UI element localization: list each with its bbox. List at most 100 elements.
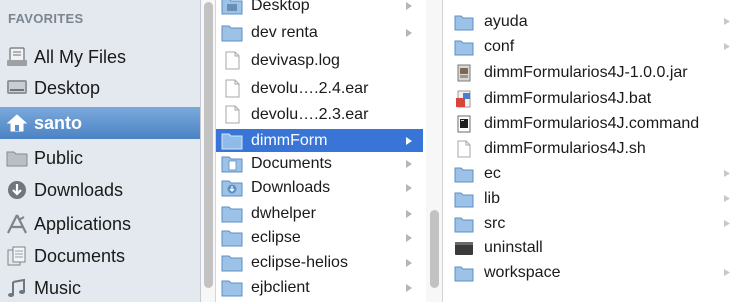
column-divider <box>442 0 443 302</box>
chevron-right-icon <box>406 183 412 192</box>
sidebar-item-label: Public <box>34 147 84 168</box>
command-file-icon <box>457 115 471 132</box>
downloads-icon <box>8 181 26 199</box>
documents-folder-icon <box>221 156 243 173</box>
sidebar-item-label: santo <box>34 112 83 133</box>
list-item-lib[interactable]: lib <box>445 186 738 211</box>
item-label: workspace <box>484 263 561 281</box>
chevron-right-icon <box>406 209 412 218</box>
list-item-eclipse-helios[interactable]: eclipse-helios <box>216 251 423 274</box>
document-icon <box>225 51 240 70</box>
item-label: conf <box>484 37 515 55</box>
folder-icon <box>454 266 474 281</box>
executable-icon <box>455 241 473 255</box>
folder-icon <box>221 133 243 150</box>
sidebar-scroll-thumb[interactable] <box>204 2 213 288</box>
document-icon <box>457 140 471 157</box>
bat-file-icon <box>456 90 471 107</box>
list-item-devivasp-log[interactable]: devivasp.log <box>216 49 423 72</box>
all-files-icon <box>7 47 27 66</box>
sidebar-item-all-my-files[interactable]: All My Files <box>0 41 200 73</box>
chevron-right-icon <box>406 233 412 242</box>
item-label: devolu….2.4.ear <box>251 79 369 97</box>
folder-icon <box>221 25 243 42</box>
list-item-jar[interactable]: dimmFormularios4J-1.0.0.jar <box>445 60 738 85</box>
list-item-bat[interactable]: dimmFormularios4J.bat <box>445 86 738 111</box>
item-label: dev renta <box>251 23 318 41</box>
list-item-documents[interactable]: Documents <box>216 152 423 175</box>
sidebar-item-label: Desktop <box>34 77 101 98</box>
sidebar-item-downloads[interactable]: Downloads <box>0 174 200 206</box>
sidebar-item-music[interactable]: Music <box>0 272 200 304</box>
folder-icon <box>6 151 28 167</box>
item-label: Documents <box>251 154 332 172</box>
column-2-scrollbar[interactable] <box>426 0 442 302</box>
applications-icon <box>7 214 27 234</box>
folder-icon <box>221 0 243 15</box>
sidebar-item-label: Music <box>34 277 82 298</box>
list-item-ayuda[interactable]: ayuda <box>445 9 738 34</box>
folder-icon <box>454 167 474 182</box>
item-label: dimmFormularios4J-1.0.0.jar <box>484 63 688 81</box>
list-item-desktop[interactable]: Desktop <box>216 0 423 17</box>
item-label: uninstall <box>484 238 543 256</box>
item-label: dwhelper <box>251 204 316 222</box>
folder-icon <box>454 40 474 55</box>
list-item-ec[interactable]: ec <box>445 161 738 186</box>
jar-file-icon <box>457 64 471 81</box>
list-item-dwhelper[interactable]: dwhelper <box>216 202 423 225</box>
list-item-uninstall[interactable]: uninstall <box>445 235 738 260</box>
list-item-dimmform[interactable]: dimmForm <box>216 129 423 152</box>
sidebar-item-label: Documents <box>34 245 126 266</box>
folder-icon <box>454 192 474 207</box>
home-icon <box>6 114 28 132</box>
sidebar-item-santo[interactable]: santo <box>0 107 200 139</box>
list-item-ejbclient[interactable]: ejbclient <box>216 276 423 299</box>
sidebar-item-label: Applications <box>34 213 132 234</box>
documents-icon <box>7 246 26 266</box>
item-label: Downloads <box>251 178 331 196</box>
list-item-dev-renta[interactable]: dev renta <box>216 21 423 44</box>
document-icon <box>225 79 240 98</box>
folder-icon <box>454 15 474 30</box>
chevron-right-icon <box>724 220 730 227</box>
favorites-header: FAVORITES <box>8 11 84 26</box>
folder-icon <box>454 217 474 232</box>
list-item-downloads[interactable]: Downloads <box>216 176 423 199</box>
list-item-workspace[interactable]: workspace <box>445 260 738 285</box>
list-item-devolu-2-3-ear[interactable]: devolu….2.3.ear <box>216 103 423 126</box>
chevron-right-icon <box>724 43 730 50</box>
desktop-icon <box>7 80 27 94</box>
chevron-right-icon <box>406 28 412 37</box>
sidebar-item-desktop[interactable]: Desktop <box>0 72 200 104</box>
sidebar: FAVORITES All My Files Desktop santo Pub… <box>0 0 201 302</box>
item-label: devivasp.log <box>251 51 340 69</box>
item-label: dimmForm <box>251 131 328 149</box>
list-item-sh[interactable]: dimmFormularios4J.sh <box>445 136 738 161</box>
item-label: ec <box>484 164 501 182</box>
item-label: Desktop <box>251 0 310 14</box>
sidebar-scrollbar[interactable] <box>201 0 215 302</box>
sidebar-item-documents[interactable]: Documents <box>0 240 200 272</box>
chevron-right-icon <box>724 170 730 177</box>
document-icon <box>225 105 240 124</box>
folder-icon <box>221 255 243 272</box>
list-item-eclipse[interactable]: eclipse <box>216 226 423 249</box>
downloads-folder-icon <box>221 180 243 197</box>
sidebar-item-public[interactable]: Public <box>0 142 200 174</box>
sidebar-item-applications[interactable]: Applications <box>0 208 200 240</box>
column-2-scroll-thumb[interactable] <box>430 210 439 288</box>
folder-icon <box>221 280 243 297</box>
chevron-right-icon <box>406 258 412 267</box>
item-label: lib <box>484 189 501 207</box>
chevron-right-icon <box>406 283 412 292</box>
chevron-right-icon <box>406 136 412 145</box>
item-label: dimmFormularios4J.bat <box>484 89 652 107</box>
list-item-conf[interactable]: conf <box>445 34 738 59</box>
column-2: Desktop dev renta devivasp.log devolu….2… <box>216 0 426 302</box>
item-label: devolu….2.3.ear <box>251 105 369 123</box>
column-3: ayuda conf dimmFormularios4J-1.0.0.jar d… <box>445 0 738 302</box>
list-item-devolu-2-4-ear[interactable]: devolu….2.4.ear <box>216 77 423 100</box>
list-item-src[interactable]: src <box>445 211 738 236</box>
list-item-command[interactable]: dimmFormularios4J.command <box>445 111 738 136</box>
